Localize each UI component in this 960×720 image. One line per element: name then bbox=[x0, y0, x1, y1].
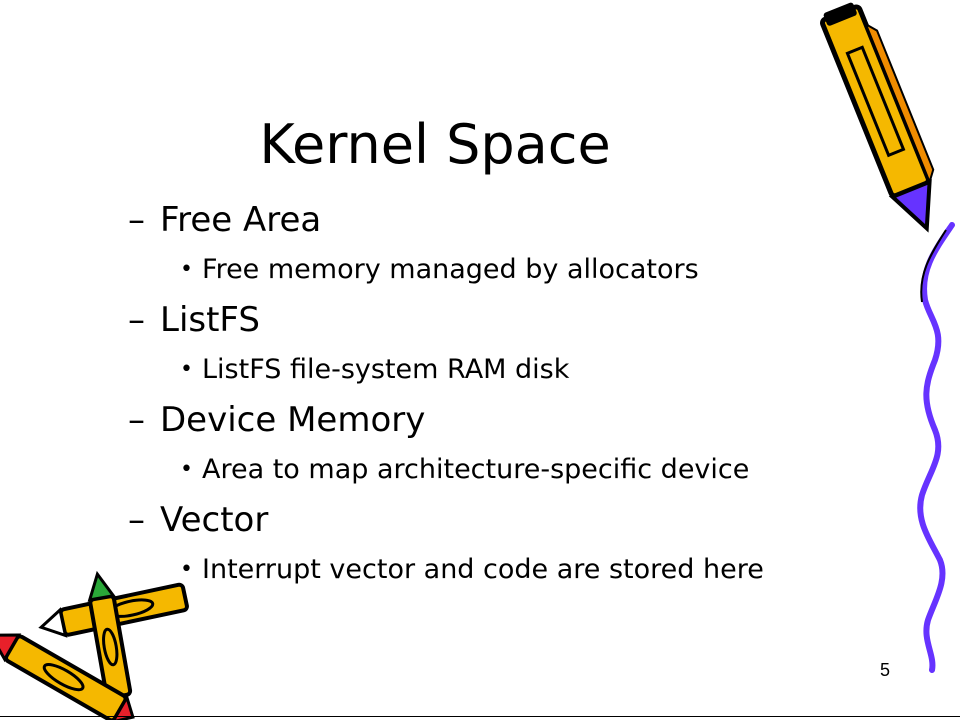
divider bbox=[0, 716, 960, 717]
crayons-icon bbox=[0, 570, 189, 720]
page-number: 5 bbox=[880, 660, 891, 680]
slide: Kernel Space – Free Area • Free memory m… bbox=[0, 0, 960, 720]
